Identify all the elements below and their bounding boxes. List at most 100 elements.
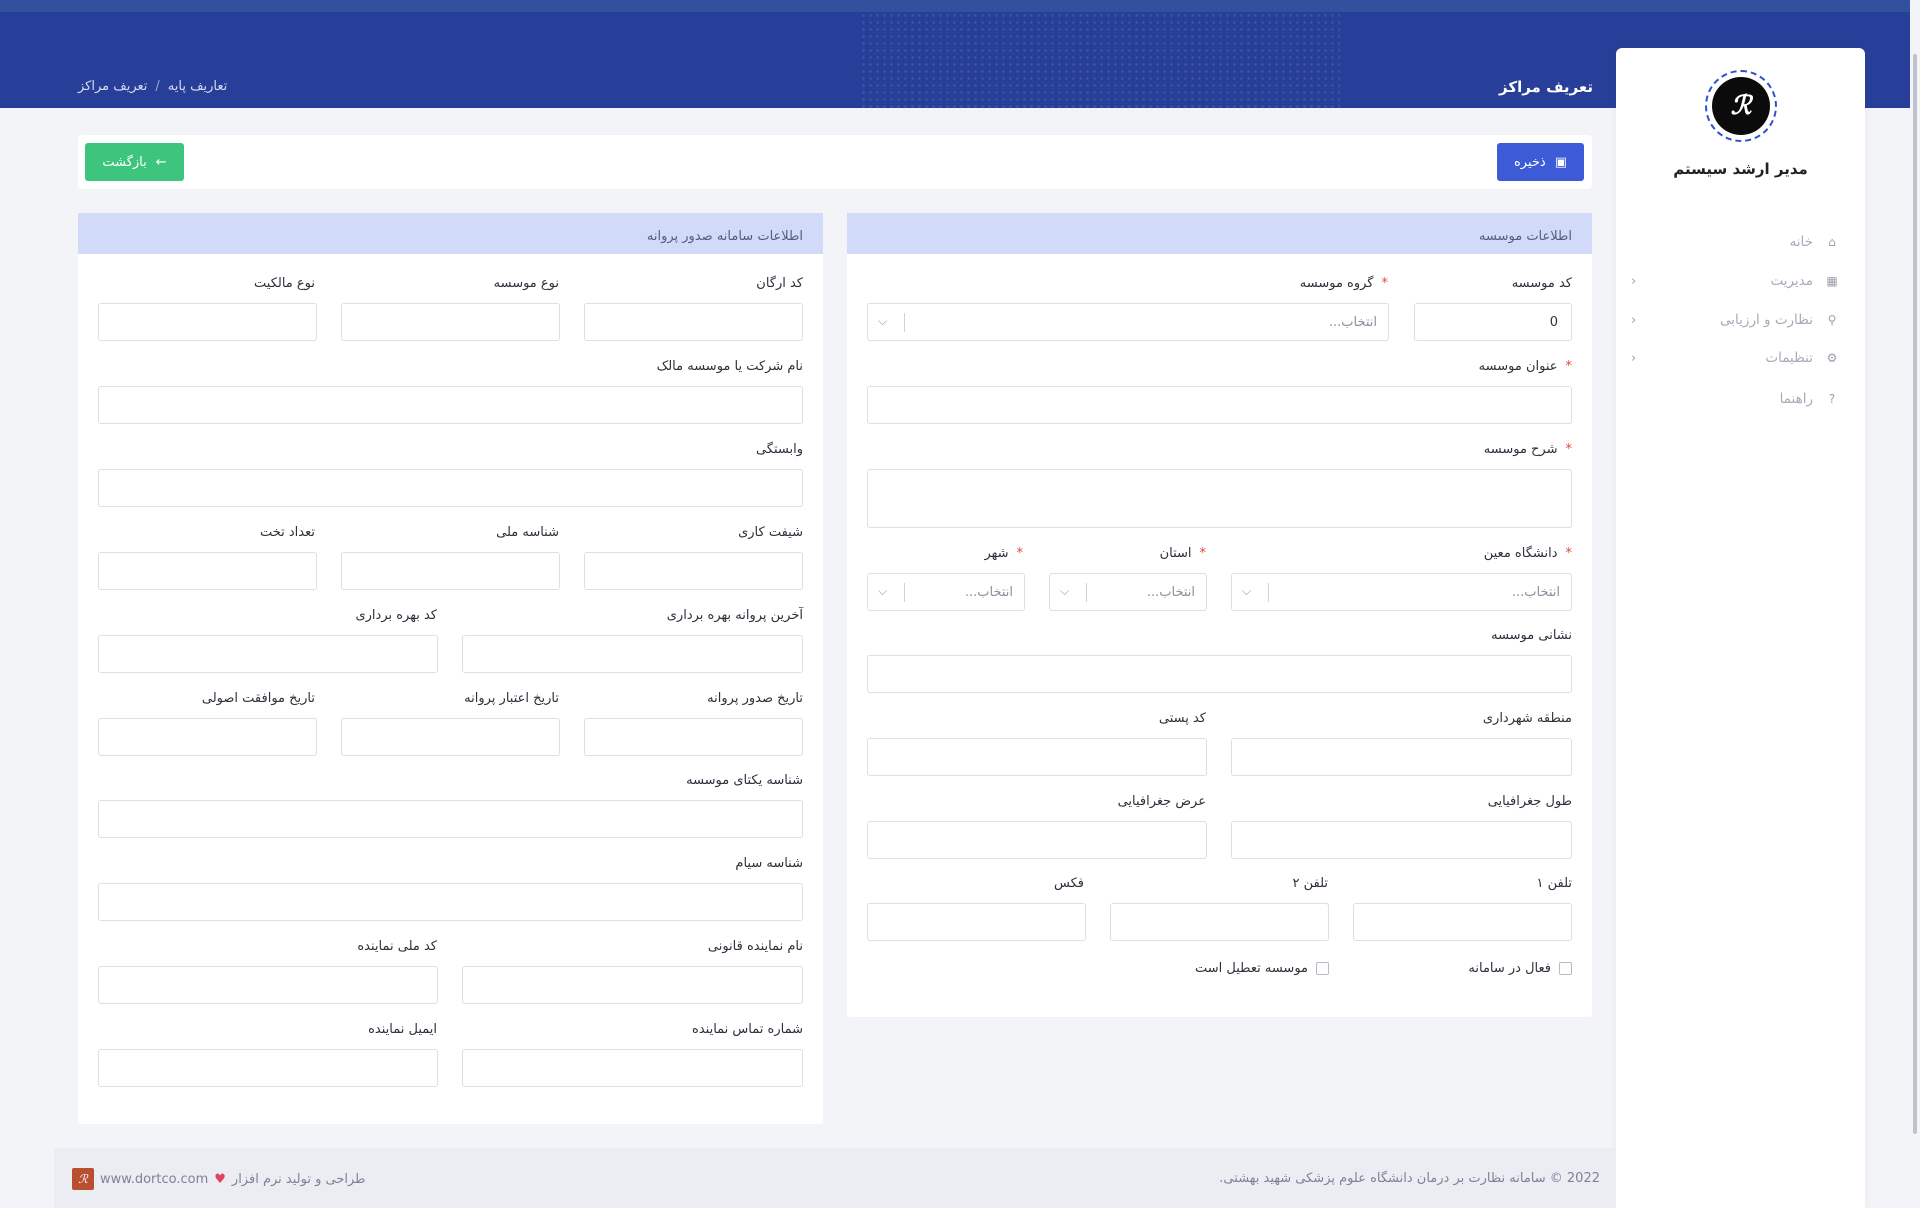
postal-code-label: کد پستی xyxy=(1158,711,1206,726)
phone2-label: تلفن ۲ xyxy=(1292,876,1328,891)
approval-date-label: تاریخ موافقت اصولی xyxy=(201,691,315,706)
sidebar-item-supervision[interactable]: ⚲ نظارت و ارزیابی ‹ xyxy=(1631,308,1841,332)
bed-count-label: تعداد تخت xyxy=(259,525,315,540)
legal-rep-name-input[interactable] xyxy=(462,966,803,1004)
institute-group-select[interactable]: انتخاب... ⌵ xyxy=(867,303,1389,341)
org-code-label: کد ارگان xyxy=(756,276,803,291)
page-scrollbar[interactable] xyxy=(1910,0,1920,1208)
last-permit-label: آخرین پروانه بهره برداری xyxy=(666,608,803,623)
owner-company-input[interactable] xyxy=(98,386,803,424)
operation-code-label: کد بهره برداری xyxy=(355,608,437,623)
operation-code-input[interactable] xyxy=(98,635,438,673)
ownership-type-label: نوع مالکیت xyxy=(254,276,315,291)
phone1-input[interactable] xyxy=(1353,903,1572,941)
work-shift-input[interactable] xyxy=(584,552,803,590)
required-marker: * xyxy=(1199,546,1207,561)
checkbox-box[interactable] xyxy=(1559,962,1572,975)
select-divider xyxy=(1086,583,1087,602)
postal-code-input[interactable] xyxy=(867,738,1207,776)
validity-date-input[interactable] xyxy=(341,718,560,756)
active-checkbox[interactable]: فعال در سامانه xyxy=(1468,961,1572,976)
fax-label: فکس xyxy=(1054,876,1084,891)
floppy-disk-icon: ▣ xyxy=(1554,154,1568,170)
footer-site-link[interactable]: www.dortco.com xyxy=(100,1172,208,1187)
sidebar-item-label: مدیریت xyxy=(1770,273,1813,289)
select-placeholder: انتخاب... xyxy=(1328,315,1377,330)
national-id-input[interactable] xyxy=(341,552,560,590)
city-select[interactable]: انتخاب... ⌵ xyxy=(867,573,1025,611)
select-divider xyxy=(904,583,905,602)
sidebar-item-label: راهنما xyxy=(1779,391,1813,407)
org-code-input[interactable] xyxy=(584,303,803,341)
home-icon: ⌂ xyxy=(1828,235,1836,249)
sidebar-item-help[interactable]: ? راهنما xyxy=(1631,387,1841,411)
institute-code-input[interactable]: 0 xyxy=(1414,303,1572,341)
approval-date-input[interactable] xyxy=(98,718,317,756)
province-select[interactable]: انتخاب... ⌵ xyxy=(1049,573,1207,611)
chevron-down-icon: ⌵ xyxy=(878,314,888,328)
footer-copyright: 2022 © سامانه نظارت بر درمان دانشگاه علو… xyxy=(1219,1171,1600,1186)
institute-description-textarea[interactable] xyxy=(867,469,1572,528)
fax-input[interactable] xyxy=(867,903,1086,941)
ownership-type-input[interactable] xyxy=(98,303,317,341)
avatar[interactable]: ℛ xyxy=(1705,70,1777,142)
unique-id-label: شناسه یکتای موسسه xyxy=(686,773,803,788)
chevron-down-icon: ⌵ xyxy=(1242,584,1252,598)
phone1-label: تلفن ۱ xyxy=(1536,876,1572,891)
back-button[interactable]: ← بازگشت xyxy=(85,143,184,181)
header-map-pattern xyxy=(860,12,1340,108)
save-button-label: ذخیره xyxy=(1513,154,1546,170)
issue-date-input[interactable] xyxy=(584,718,803,756)
sidebar-item-label: خانه xyxy=(1789,234,1813,250)
unique-id-input[interactable] xyxy=(98,800,803,838)
closed-checkbox-label: موسسه تعطیل است xyxy=(1195,961,1308,976)
card-title: اطلاعات سامانه صدور پروانه xyxy=(78,213,823,254)
sidebar-item-home[interactable]: ⌂ خانه xyxy=(1631,230,1841,254)
checkbox-box[interactable] xyxy=(1316,962,1329,975)
phone2-input[interactable] xyxy=(1110,903,1329,941)
district-input[interactable] xyxy=(1231,738,1572,776)
university-label: *دانشگاه معین xyxy=(1483,546,1572,561)
institute-type-input[interactable] xyxy=(341,303,560,341)
rep-email-input[interactable] xyxy=(98,1049,438,1087)
institute-name-label: *عنوان موسسه xyxy=(1478,359,1572,374)
scrollbar-thumb[interactable] xyxy=(1913,54,1917,1134)
latitude-label: عرض جغرافیایی xyxy=(1117,794,1206,809)
chevron-left-icon: ‹ xyxy=(1631,312,1637,328)
chevron-left-icon: ‹ xyxy=(1631,350,1637,366)
siam-id-label: شناسه سیام xyxy=(735,856,803,871)
select-placeholder: انتخاب... xyxy=(1511,585,1560,600)
select-divider xyxy=(904,313,905,332)
save-button[interactable]: ▣ ذخیره xyxy=(1497,143,1584,181)
user-name: مدیر ارشد سیستم xyxy=(1673,160,1808,178)
rep-email-label: ایمیل نماینده xyxy=(368,1022,437,1037)
chevron-down-icon: ⌵ xyxy=(878,584,888,598)
legal-rep-name-label: نام نماینده قانونی xyxy=(707,939,803,954)
footer: 2022 © سامانه نظارت بر درمان دانشگاه علو… xyxy=(54,1148,1616,1208)
grid-icon: ▦ xyxy=(1826,274,1838,288)
breadcrumb-item-base[interactable]: تعاریف پایه xyxy=(168,79,228,94)
rep-national-code-input[interactable] xyxy=(98,966,438,1004)
sidebar-item-settings[interactable]: ⚙ تنظیمات ‹ xyxy=(1631,346,1841,370)
license-info-card: اطلاعات سامانه صدور پروانه کد ارگان نوع … xyxy=(78,213,823,1124)
siam-id-input[interactable] xyxy=(98,883,803,921)
institute-address-input[interactable] xyxy=(867,655,1572,693)
rep-phone-input[interactable] xyxy=(462,1049,803,1087)
sidebar-item-management[interactable]: ▦ مدیریت ‹ xyxy=(1631,269,1841,293)
closed-checkbox[interactable]: موسسه تعطیل است xyxy=(1195,961,1329,976)
last-permit-input[interactable] xyxy=(462,635,803,673)
required-marker: * xyxy=(1381,276,1389,291)
university-select[interactable]: انتخاب... ⌵ xyxy=(1231,573,1572,611)
sidebar-item-label: نظارت و ارزیابی xyxy=(1720,312,1813,328)
institute-name-input[interactable] xyxy=(867,386,1572,424)
longitude-input[interactable] xyxy=(1231,821,1572,859)
latitude-input[interactable] xyxy=(867,821,1207,859)
affiliation-input[interactable] xyxy=(98,469,803,507)
action-toolbar: ▣ ذخیره ← بازگشت xyxy=(78,135,1592,189)
breadcrumb-separator: / xyxy=(155,79,160,94)
bed-count-input[interactable] xyxy=(98,552,317,590)
sidebar: ℛ مدیر ارشد سیستم ⌂ خانه ▦ مدیریت ‹ ⚲ نظ… xyxy=(1616,48,1865,1208)
footer-credit-text: طراحی و تولید نرم افزار xyxy=(231,1171,366,1187)
required-marker: * xyxy=(1016,546,1024,561)
institute-group-label: *گروه موسسه xyxy=(1299,276,1389,291)
